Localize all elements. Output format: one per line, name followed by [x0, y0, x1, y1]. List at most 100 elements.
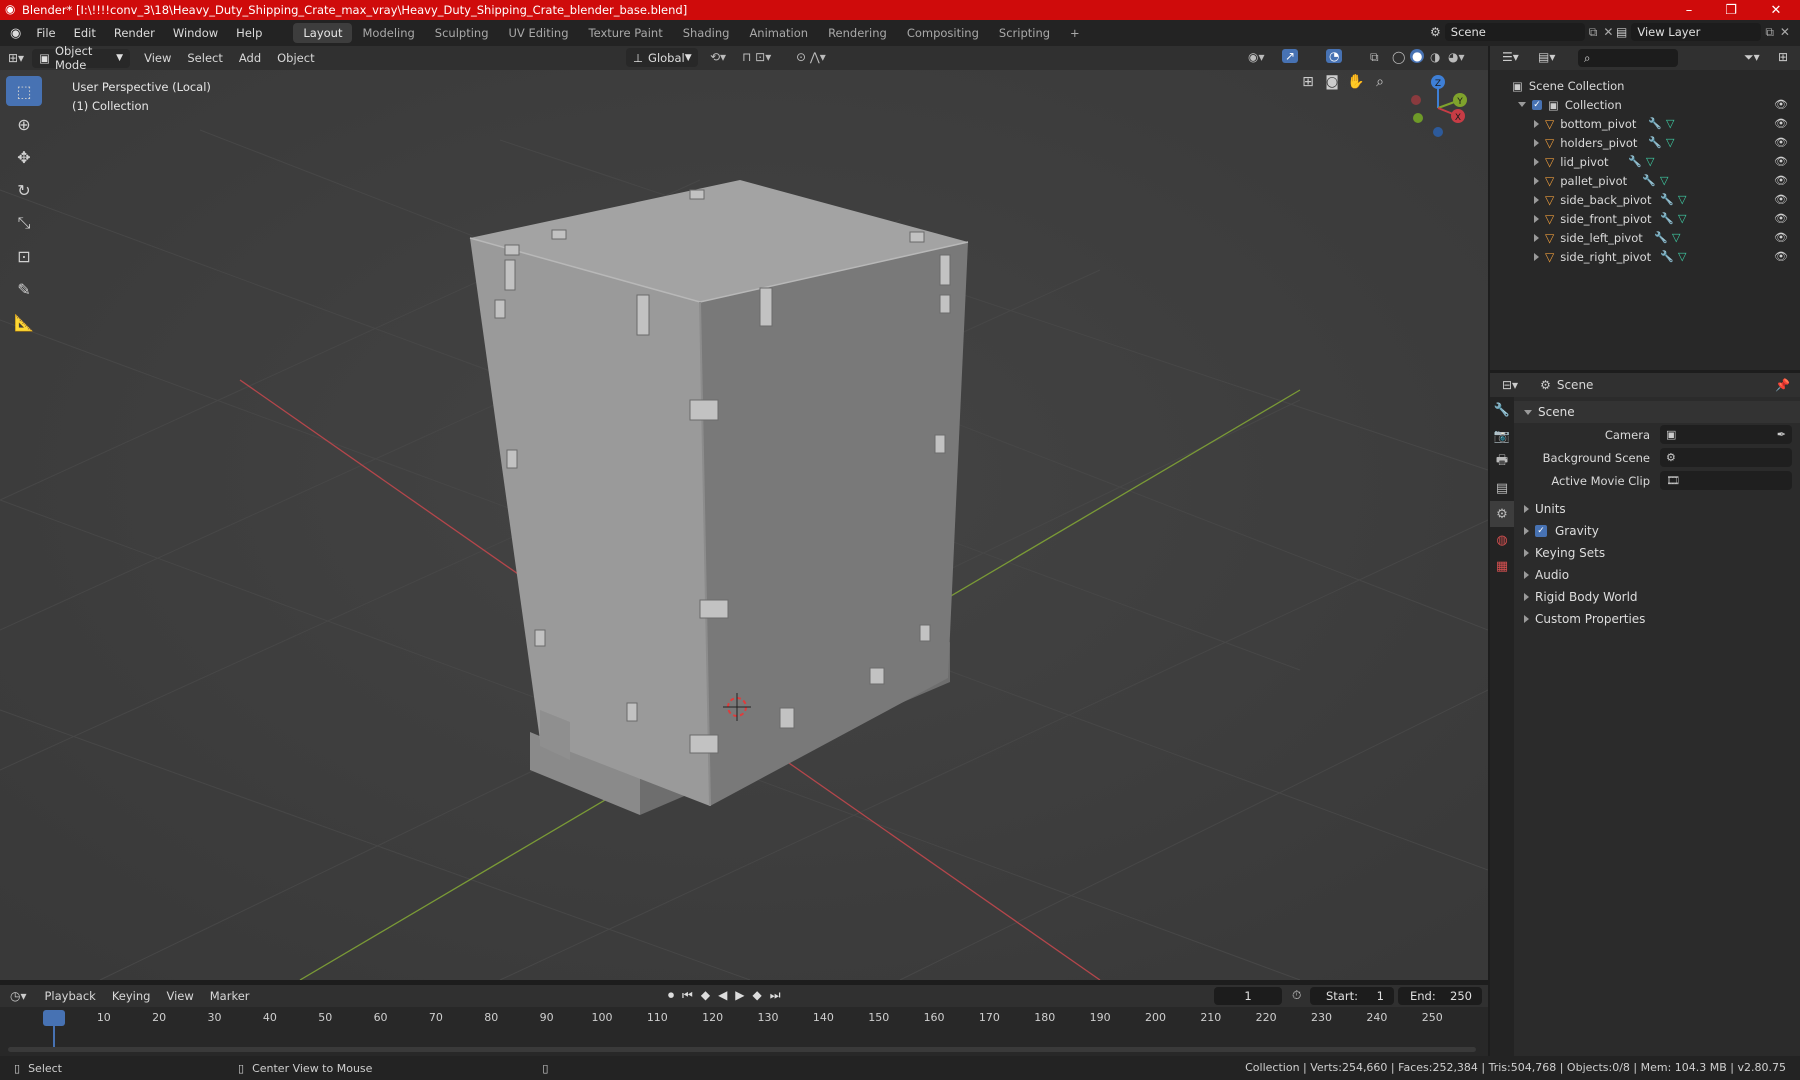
scene-panel-header[interactable]: Scene	[1514, 401, 1800, 423]
active-movie-clip-field[interactable]: 🎞	[1660, 471, 1792, 490]
menu-window[interactable]: Window	[164, 26, 227, 40]
scene-selector[interactable]: Scene	[1444, 23, 1585, 41]
output-tab-icon[interactable]: 🖶	[1490, 449, 1514, 475]
outliner-item[interactable]: ▽ side_left_pivot 🔧 ▽ 👁	[1490, 228, 1800, 247]
timeline-editor-type-icon[interactable]: ◷▾	[0, 989, 37, 1003]
add-workspace-icon[interactable]: +	[1060, 23, 1090, 43]
gizmo-toggle-icon[interactable]: ↗	[1282, 49, 1299, 63]
eye-icon[interactable]: 👁	[1774, 212, 1788, 225]
tab-modeling[interactable]: Modeling	[352, 23, 424, 43]
minimize-icon[interactable]: –	[1668, 0, 1710, 20]
record-icon[interactable]: ⏺	[668, 988, 674, 1003]
new-collection-icon[interactable]: ⊞	[1778, 50, 1788, 64]
visibility-icon[interactable]: ◉▾	[1248, 50, 1265, 64]
eye-icon[interactable]: 👁	[1774, 231, 1788, 244]
tab-sculpting[interactable]: Sculpting	[425, 23, 499, 43]
pivot-point-icon[interactable]: ⟲▾	[710, 50, 726, 64]
outliner-collection[interactable]: ✓ ▣ Collection 👁	[1490, 95, 1800, 114]
expand-arrow-icon[interactable]	[1534, 214, 1539, 223]
menu-help[interactable]: Help	[227, 26, 271, 40]
eye-icon[interactable]: 👁	[1774, 117, 1788, 130]
rendered-shading-icon[interactable]: ◕▾	[1448, 50, 1465, 64]
camera-view-icon[interactable]: ◙	[1320, 70, 1344, 94]
outliner-item[interactable]: ▽ pallet_pivot 🔧 ▽ 👁	[1490, 171, 1800, 190]
display-mode-icon[interactable]: ▤▾	[1538, 50, 1555, 64]
outliner-item[interactable]: ▽ side_front_pivot 🔧 ▽ 👁	[1490, 209, 1800, 228]
expand-arrow-icon[interactable]	[1534, 157, 1539, 166]
eye-icon[interactable]: 👁	[1774, 136, 1788, 149]
jump-end-icon[interactable]: ⏭	[770, 988, 781, 1003]
solid-shading-icon[interactable]: ●	[1410, 49, 1425, 63]
tab-texture-paint[interactable]: Texture Paint	[579, 23, 673, 43]
keying-sets-panel-header[interactable]: Keying Sets	[1514, 542, 1800, 564]
editor-type-icon[interactable]: ⊞▾	[0, 51, 32, 65]
tab-shading[interactable]: Shading	[673, 23, 740, 43]
vp-menu-add[interactable]: Add	[231, 51, 269, 65]
eye-icon[interactable]: 👁	[1774, 155, 1788, 168]
zoom-icon[interactable]: ⌕	[1368, 70, 1392, 94]
timeline[interactable]: 1102030405060708090100110120130140150160…	[0, 1007, 1488, 1056]
outliner-item[interactable]: ▽ lid_pivot 🔧 ▽ 👁	[1490, 152, 1800, 171]
outliner-item[interactable]: ▽ side_right_pivot 🔧 ▽ 👁	[1490, 247, 1800, 266]
scale-tool-icon[interactable]: ⤡	[6, 208, 42, 238]
next-keyframe-icon[interactable]: ◆	[753, 988, 762, 1003]
playhead[interactable]	[43, 1010, 65, 1026]
overlay-toggle-icon[interactable]: ◔	[1326, 49, 1343, 63]
vp-menu-object[interactable]: Object	[269, 51, 322, 65]
menu-file[interactable]: File	[27, 26, 64, 40]
properties-editor-type-icon[interactable]: ⊟▾	[1490, 378, 1526, 392]
navigation-gizmo[interactable]: Z Y X	[1398, 70, 1478, 150]
render-tab-icon[interactable]: 📷	[1490, 423, 1514, 449]
scene-tab-icon[interactable]: ⚙	[1490, 501, 1514, 527]
xray-icon[interactable]: ⧉	[1370, 50, 1379, 65]
outliner-item[interactable]: ▽ holders_pivot 🔧 ▽ 👁	[1490, 133, 1800, 152]
close-icon[interactable]: ✕	[1755, 0, 1797, 20]
start-frame-field[interactable]: Start: 1	[1310, 987, 1394, 1005]
grid-view-icon[interactable]: ⊞	[1296, 70, 1320, 94]
view-layer-selector[interactable]: View Layer	[1631, 23, 1762, 41]
view-layer-icon[interactable]: ▤	[1616, 25, 1627, 39]
outliner-item[interactable]: ▽ bottom_pivot 🔧 ▽ 👁	[1490, 114, 1800, 133]
eyedropper-icon[interactable]: ✒	[1777, 428, 1786, 441]
tab-layout[interactable]: Layout	[293, 23, 353, 43]
gravity-checkbox[interactable]: ✓	[1535, 525, 1547, 537]
timeline-menu-view[interactable]: View	[158, 989, 201, 1003]
timeline-menu-playback[interactable]: Playback	[37, 989, 104, 1003]
vp-menu-select[interactable]: Select	[179, 51, 230, 65]
frame-ruler[interactable]: 1102030405060708090100110120130140150160…	[0, 1007, 1488, 1027]
rigid-body-world-panel-header[interactable]: Rigid Body World	[1514, 586, 1800, 608]
eye-icon[interactable]: 👁	[1774, 174, 1788, 187]
maximize-icon[interactable]: ❐	[1710, 0, 1752, 20]
expand-arrow-icon[interactable]	[1518, 102, 1526, 107]
eye-icon[interactable]: 👁	[1774, 98, 1788, 111]
eye-icon[interactable]: 👁	[1774, 193, 1788, 206]
collection-exclude-checkbox[interactable]: ✓	[1532, 99, 1542, 110]
current-frame-field[interactable]: 1	[1214, 987, 1282, 1005]
annotate-tool-icon[interactable]: ✎	[6, 274, 42, 304]
view-layer-new-icon[interactable]: ⧉	[1765, 25, 1774, 40]
play-reverse-icon[interactable]: ◀	[718, 988, 727, 1003]
custom-properties-panel-header[interactable]: Custom Properties	[1514, 608, 1800, 630]
expand-arrow-icon[interactable]	[1534, 195, 1539, 204]
measure-tool-icon[interactable]: 📐	[6, 307, 42, 337]
timeline-menu-marker[interactable]: Marker	[202, 989, 258, 1003]
material-shading-icon[interactable]: ◑	[1430, 50, 1440, 64]
vp-menu-view[interactable]: View	[136, 51, 179, 65]
move-tool-icon[interactable]: ✥	[6, 142, 42, 172]
pin-icon[interactable]: 📌	[1775, 378, 1790, 392]
view-layer-tab-icon[interactable]: ▤	[1490, 475, 1514, 501]
play-icon[interactable]: ▶	[735, 988, 744, 1003]
expand-arrow-icon[interactable]	[1534, 252, 1539, 261]
orientation-selector[interactable]: ⊥ Global ▼	[626, 48, 698, 67]
stopwatch-icon[interactable]: ⏱	[1292, 988, 1301, 1003]
tab-uv-editing[interactable]: UV Editing	[499, 23, 579, 43]
scene-remove-icon[interactable]: ✕	[1603, 25, 1613, 39]
menu-edit[interactable]: Edit	[65, 26, 105, 40]
expand-arrow-icon[interactable]	[1534, 176, 1539, 185]
texture-tab-icon[interactable]: ▦	[1490, 553, 1514, 579]
transform-tool-icon[interactable]: ⊡	[6, 241, 42, 271]
wireframe-shading-icon[interactable]: ◯	[1392, 50, 1405, 64]
camera-field[interactable]: ▣ ✒	[1660, 425, 1792, 444]
filter-icon[interactable]: ⏷▾	[1744, 50, 1760, 65]
view-layer-remove-icon[interactable]: ✕	[1780, 25, 1790, 39]
